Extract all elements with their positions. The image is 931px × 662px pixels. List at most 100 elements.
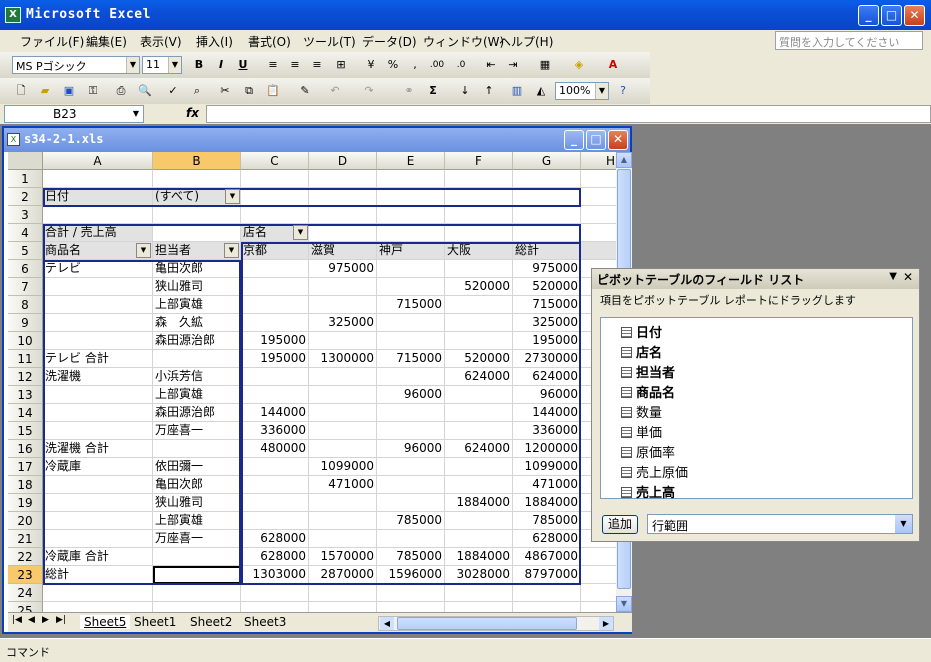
table-cell[interactable] [241, 206, 309, 224]
table-cell[interactable] [43, 422, 153, 440]
insert-function-icon[interactable]: fx [186, 106, 199, 120]
table-cell[interactable] [153, 584, 241, 602]
table-cell[interactable]: 628000 [241, 530, 309, 548]
add-button[interactable]: 追加 [602, 515, 638, 534]
row-header[interactable]: 17 [8, 458, 43, 476]
excel-icon[interactable]: X [5, 7, 21, 23]
table-cell[interactable] [377, 368, 445, 386]
column-header[interactable]: C [241, 152, 309, 170]
row-header[interactable]: 11 [8, 350, 43, 368]
row-header[interactable]: 18 [8, 476, 43, 494]
italic-button[interactable]: I [212, 56, 230, 74]
decrease-decimal-icon[interactable]: .0 [452, 56, 470, 74]
row-header[interactable]: 14 [8, 404, 43, 422]
increase-indent-icon[interactable]: ⇥ [504, 56, 522, 74]
table-cell[interactable]: 715000 [377, 350, 445, 368]
table-cell[interactable] [445, 458, 513, 476]
table-cell[interactable] [581, 566, 616, 584]
menu-file[interactable]: ファイル(F) [20, 33, 84, 50]
pane-menu-icon[interactable]: ▼ [889, 271, 897, 282]
pivot-field-listbox[interactable]: 日付 店名 担当者 商品名 数量 単価 原価率 売上原価 売上高 [600, 317, 913, 501]
table-cell[interactable] [377, 188, 445, 206]
table-cell[interactable] [513, 224, 581, 242]
table-cell[interactable] [445, 422, 513, 440]
table-cell[interactable]: 96000 [513, 386, 581, 404]
table-cell[interactable]: 975000 [309, 260, 377, 278]
scroll-left-icon[interactable]: ◀ [380, 617, 394, 630]
close-button[interactable]: ✕ [904, 5, 925, 26]
tab-next-icon[interactable]: ▶ [42, 615, 49, 625]
decrease-indent-icon[interactable]: ⇤ [482, 56, 500, 74]
table-cell[interactable]: 628000 [241, 548, 309, 566]
table-cell[interactable] [581, 188, 616, 206]
table-cell[interactable] [309, 404, 377, 422]
table-cell[interactable] [445, 314, 513, 332]
row-header[interactable]: 12 [8, 368, 43, 386]
table-cell[interactable]: 4867000 [513, 548, 581, 566]
fill-color-icon[interactable]: ◈ [570, 56, 588, 74]
menu-help[interactable]: ヘルプ(H) [499, 33, 553, 50]
table-cell[interactable] [43, 206, 153, 224]
table-cell[interactable] [241, 260, 309, 278]
table-cell[interactable]: 狭山雅司 [153, 278, 241, 296]
scroll-right-icon[interactable]: ▶ [599, 617, 613, 630]
table-cell[interactable]: 471000 [513, 476, 581, 494]
table-cell[interactable] [241, 386, 309, 404]
table-cell[interactable]: 715000 [377, 296, 445, 314]
select-all-corner[interactable] [8, 152, 43, 170]
table-cell[interactable] [445, 296, 513, 314]
table-cell[interactable] [513, 188, 581, 206]
table-cell[interactable] [43, 314, 153, 332]
table-cell[interactable]: 万座喜一 [153, 530, 241, 548]
tab-sheet1[interactable]: Sheet1 [134, 615, 176, 629]
table-cell[interactable] [43, 584, 153, 602]
table-cell[interactable] [309, 512, 377, 530]
table-cell[interactable] [445, 386, 513, 404]
table-cell[interactable] [309, 386, 377, 404]
column-header[interactable]: D [309, 152, 377, 170]
pivot-field-item[interactable]: 店名 [621, 342, 662, 361]
table-cell[interactable]: 1300000 [309, 350, 377, 368]
table-cell[interactable]: 合計 / 売上高 [43, 224, 153, 242]
tab-sheet2[interactable]: Sheet2 [190, 615, 232, 629]
table-cell[interactable] [241, 296, 309, 314]
column-header[interactable]: H [581, 152, 616, 170]
menu-data[interactable]: データ(D) [362, 33, 417, 50]
table-cell[interactable] [153, 170, 241, 188]
row-header[interactable]: 21 [8, 530, 43, 548]
table-cell[interactable] [445, 476, 513, 494]
table-cell[interactable]: 195000 [241, 350, 309, 368]
table-cell[interactable] [581, 170, 616, 188]
table-cell[interactable]: 亀田次郎 [153, 260, 241, 278]
table-cell[interactable] [241, 602, 309, 612]
table-cell[interactable]: 628000 [513, 530, 581, 548]
table-cell[interactable]: 3028000 [445, 566, 513, 584]
table-cell[interactable] [377, 530, 445, 548]
row-header[interactable]: 20 [8, 512, 43, 530]
table-cell[interactable] [43, 332, 153, 350]
table-cell[interactable] [241, 584, 309, 602]
menu-view[interactable]: 表示(V) [140, 33, 182, 50]
table-cell[interactable] [153, 440, 241, 458]
pivot-field-item[interactable]: 売上高 [621, 482, 675, 501]
table-cell[interactable]: 森田源治郎 [153, 404, 241, 422]
table-cell[interactable] [377, 584, 445, 602]
table-cell[interactable]: 依田彌一 [153, 458, 241, 476]
table-cell[interactable] [309, 170, 377, 188]
table-cell[interactable] [309, 494, 377, 512]
table-cell[interactable]: 195000 [513, 332, 581, 350]
table-cell[interactable] [377, 224, 445, 242]
row-header[interactable]: 2 [8, 188, 43, 206]
table-cell[interactable] [43, 278, 153, 296]
table-cell[interactable] [445, 584, 513, 602]
area-select[interactable]: 行範囲 ▼ [647, 514, 913, 534]
table-cell[interactable]: 96000 [377, 386, 445, 404]
table-cell[interactable]: 日付 [43, 188, 153, 206]
table-cell[interactable] [241, 188, 309, 206]
table-cell[interactable] [241, 314, 309, 332]
open-icon[interactable]: ▰ [36, 82, 54, 100]
formula-input[interactable] [206, 105, 931, 123]
research-icon[interactable]: ⌕ [188, 82, 206, 100]
table-cell[interactable] [241, 170, 309, 188]
pivot-field-item[interactable]: 担当者 [621, 362, 675, 381]
